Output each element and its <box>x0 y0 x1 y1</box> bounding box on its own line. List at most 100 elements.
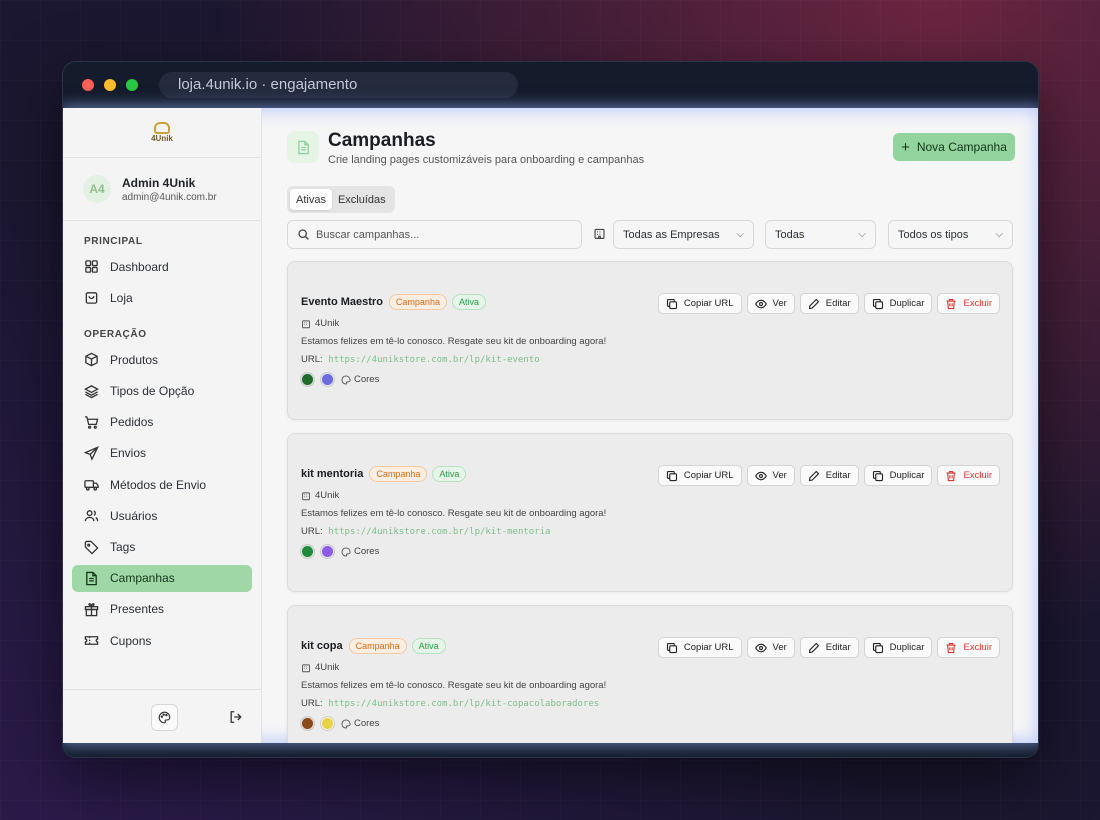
status-select-value: Todas <box>775 228 805 241</box>
campaign-name: kit copa <box>301 640 343 652</box>
eye-icon <box>754 299 767 308</box>
sidebar-item-pedidos[interactable]: Pedidos <box>72 409 252 436</box>
url-label: URL: <box>301 698 323 709</box>
company-select[interactable]: Todas as Empresas ⌵ <box>613 220 754 249</box>
duplicate-button[interactable]: Duplicar <box>863 465 933 486</box>
layers-icon <box>84 384 99 398</box>
delete-button[interactable]: Excluir <box>937 293 1000 314</box>
url-label: URL: <box>301 354 323 365</box>
sidebar-item-label: Envios <box>110 446 147 461</box>
campaign-link[interactable]: https://4unikstore.com.br/lp/kit-evento <box>328 355 539 365</box>
sidebar-item-envios[interactable]: Envios <box>72 440 252 467</box>
campaign-link[interactable]: https://4unikstore.com.br/lp/kit-copacol… <box>328 699 599 709</box>
user-email: admin@4unik.com.br <box>122 191 217 203</box>
new-campaign-button[interactable]: + Nova Campanha <box>893 133 1015 161</box>
chevron-down-icon: ⌵ <box>736 229 744 240</box>
bag-icon <box>85 292 98 304</box>
company-name: 4Unik <box>315 318 340 329</box>
main-content: Campanhas Crie landing pages customizáve… <box>262 108 1038 743</box>
campaign-url: URL: https://4unikstore.com.br/lp/kit-me… <box>301 526 550 537</box>
sidebar-item-produtos[interactable]: Produtos <box>72 346 252 373</box>
view-button[interactable]: Ver <box>746 293 795 314</box>
url-label: URL: <box>301 526 323 537</box>
campaign-description: Estamos felizes em tê-lo conosco. Resgat… <box>301 680 607 691</box>
cart-icon <box>84 415 99 429</box>
status-badge: Ativa <box>432 466 467 482</box>
sidebar-item-label: Cupons <box>110 633 152 648</box>
campaign-link[interactable]: https://4unikstore.com.br/lp/kit-mentori… <box>328 527 550 537</box>
tag-icon <box>84 540 99 555</box>
duplicate-button[interactable]: Duplicar <box>863 637 933 658</box>
campaign-actions: Copiar URL Ver Editar Duplicar Excluir <box>653 637 1000 658</box>
brand-logo[interactable]: 4Unik <box>151 122 173 143</box>
dashboard-icon <box>85 260 98 273</box>
campaign-name: Evento Maestro <box>301 296 383 308</box>
palette-icon <box>341 718 351 729</box>
trash-icon <box>946 470 956 481</box>
sidebar-item-label: Tags <box>110 540 136 554</box>
sidebar-item-usuarios[interactable]: Usuários <box>72 502 252 529</box>
title-bar: loja.4unik.io · engajamento <box>63 62 1038 108</box>
sidebar-item-cupons[interactable]: Cupons <box>72 627 252 654</box>
tab-excluidas[interactable]: Excluídas <box>332 189 392 210</box>
plus-icon: + <box>901 138 910 156</box>
search-icon <box>298 229 309 240</box>
logout-button[interactable] <box>227 708 245 726</box>
status-tabs: Ativas Excluídas <box>287 186 395 213</box>
copy-url-button[interactable]: Copiar URL <box>657 637 742 658</box>
campaign-url: URL: https://4unikstore.com.br/lp/kit-ev… <box>301 354 540 365</box>
sidebar-item-label: Pedidos <box>110 415 154 430</box>
sidebar-item-tags[interactable]: Tags <box>72 534 252 561</box>
campaign-url: URL: https://4unikstore.com.br/lp/kit-co… <box>301 698 599 709</box>
maximize-window-button[interactable] <box>126 79 138 91</box>
close-window-button[interactable] <box>82 79 94 91</box>
duplicate-button[interactable]: Duplicar <box>863 293 933 314</box>
building-icon <box>302 491 310 500</box>
sidebar-item-campanhas[interactable]: Campanhas <box>72 564 252 592</box>
ticket-icon <box>84 636 99 645</box>
document-icon <box>86 571 97 585</box>
status-select[interactable]: Todas ⌵ <box>765 220 876 249</box>
campaign-card: kit mentoria Campanha Ativa 4Unik Estamo… <box>287 433 1013 592</box>
colors-label: Cores <box>354 718 380 729</box>
sidebar-item-dashboard[interactable]: Dashboard <box>72 253 252 280</box>
type-select[interactable]: Todos os tipos ⌵ <box>888 220 1013 249</box>
campaign-company: 4Unik <box>301 318 339 329</box>
campaign-actions: Copiar URL Ver Editar Duplicar Excluir <box>653 293 1000 314</box>
sidebar-item-label: Campanhas <box>110 571 175 586</box>
address-bar[interactable]: loja.4unik.io · engajamento <box>159 72 518 98</box>
campaign-company: 4Unik <box>301 490 339 501</box>
sidebar-item-loja[interactable]: Loja <box>72 284 252 311</box>
edit-button[interactable]: Editar <box>799 465 859 486</box>
delete-button[interactable]: Excluir <box>937 637 1000 658</box>
users-icon <box>84 510 99 522</box>
eye-icon <box>754 643 767 652</box>
sidebar-item-metodos-de-envio[interactable]: Métodos de Envio <box>72 471 252 498</box>
color-swatch <box>321 373 334 386</box>
pencil-icon <box>808 642 820 653</box>
type-badge: Campanha <box>388 294 447 310</box>
copy-url-button[interactable]: Copiar URL <box>657 465 742 486</box>
sidebar-item-tipos-de-opcao[interactable]: Tipos de Opção <box>72 378 252 405</box>
tab-ativas[interactable]: Ativas <box>290 189 332 210</box>
copy-icon <box>872 642 883 653</box>
view-button[interactable]: Ver <box>746 637 795 658</box>
new-campaign-label: Nova Campanha <box>916 140 1007 154</box>
view-button[interactable]: Ver <box>746 465 795 486</box>
colors-label: Cores <box>354 546 380 557</box>
search-input[interactable]: Buscar campanhas... <box>287 220 582 249</box>
sidebar-item-label: Presentes <box>110 602 165 617</box>
gift-icon <box>84 602 99 617</box>
type-badge: Campanha <box>369 466 428 482</box>
edit-button[interactable]: Editar <box>799 637 859 658</box>
search-placeholder: Buscar campanhas... <box>316 228 420 241</box>
theme-palette-button[interactable] <box>151 704 178 731</box>
pencil-icon <box>808 298 820 309</box>
minimize-window-button[interactable] <box>104 79 116 91</box>
sidebar-item-presentes[interactable]: Presentes <box>72 596 252 623</box>
building-icon <box>594 228 605 239</box>
building-icon <box>302 319 310 328</box>
copy-url-button[interactable]: Copiar URL <box>657 293 742 314</box>
delete-button[interactable]: Excluir <box>937 465 1000 486</box>
edit-button[interactable]: Editar <box>799 293 859 314</box>
